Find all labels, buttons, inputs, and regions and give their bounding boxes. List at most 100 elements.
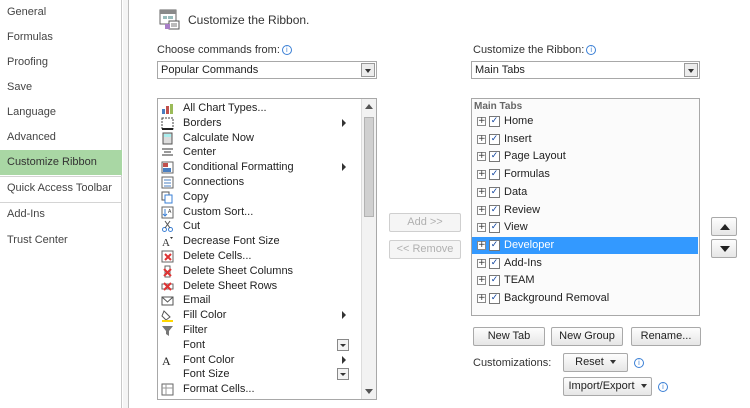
borders-icon (161, 117, 174, 130)
nav-separator (0, 176, 122, 177)
tab-checkbox[interactable]: ✓ (489, 204, 500, 216)
tab-checkbox[interactable]: ✓ (489, 222, 500, 234)
expand-icon[interactable]: + (477, 276, 486, 286)
scroll-thumb[interactable] (364, 117, 374, 217)
tree-item-data[interactable]: + ✓ Data (472, 184, 698, 201)
list-item[interactable]: Borders (158, 116, 350, 131)
expand-icon[interactable]: + (477, 152, 486, 162)
tab-checkbox[interactable]: ✓ (489, 186, 500, 198)
format-cells-icon (161, 383, 174, 396)
tab-checkbox[interactable]: ✓ (489, 293, 500, 304)
expand-icon[interactable]: + (477, 134, 486, 144)
list-item[interactable]: Cut (158, 219, 350, 234)
tab-checkbox[interactable]: ✓ (489, 257, 500, 269)
remove-button[interactable]: << Remove (389, 240, 461, 259)
tree-item-add-ins[interactable]: + ✓ Add-Ins (472, 255, 698, 272)
commands-scrollbar[interactable] (361, 99, 376, 399)
choose-commands-dropdown[interactable]: Popular Commands (157, 61, 377, 79)
sidebar-item-save[interactable]: Save (0, 75, 122, 100)
scroll-down-icon[interactable] (365, 389, 373, 394)
new-group-button[interactable]: New Group (551, 327, 623, 346)
tab-checkbox[interactable]: ✓ (489, 275, 500, 287)
expand-icon[interactable]: + (477, 170, 486, 180)
list-item[interactable]: Center (158, 145, 350, 160)
choose-commands-value: Popular Commands (161, 64, 259, 76)
list-item[interactable]: Delete Sheet Rows (158, 279, 350, 294)
tree-item-developer[interactable]: + ✓ Developer (472, 236, 698, 254)
sidebar-item-trust-center[interactable]: Trust Center (0, 228, 122, 253)
tree-item-formulas[interactable]: + ✓ Formulas (472, 166, 698, 183)
sidebar-item-add-ins[interactable]: Add-Ins (0, 202, 122, 227)
tree-item-label: Background Removal (504, 292, 610, 304)
tab-checkbox[interactable]: ✓ (489, 151, 500, 163)
combo-box-icon (337, 338, 349, 351)
move-down-button[interactable] (711, 239, 737, 258)
expand-icon[interactable]: + (477, 294, 486, 303)
chevron-down-icon[interactable] (361, 63, 375, 77)
move-up-button[interactable] (711, 217, 737, 236)
reset-button[interactable]: Reset (563, 353, 628, 372)
submenu-arrow-icon (342, 118, 346, 127)
list-item[interactable]: Delete Cells... (158, 249, 350, 264)
list-item[interactable]: Delete Sheet Columns (158, 264, 350, 279)
tree-item-insert[interactable]: + ✓ Insert (472, 131, 698, 148)
tree-item-team[interactable]: + ✓ TEAM (472, 272, 698, 289)
submenu-arrow-icon (342, 355, 346, 364)
list-item[interactable]: All Chart Types... (158, 101, 350, 116)
tab-checkbox[interactable]: ✓ (489, 239, 500, 251)
list-item[interactable]: Calculate Now (158, 131, 350, 146)
list-item[interactable]: Connections (158, 175, 350, 190)
list-item[interactable]: Filter (158, 323, 350, 338)
list-item[interactable]: Conditional Formatting (158, 160, 350, 175)
scroll-up-icon[interactable] (365, 104, 373, 109)
expand-icon[interactable]: + (477, 205, 486, 215)
align-center-icon (162, 148, 173, 156)
rename-button[interactable]: Rename... (631, 327, 701, 346)
import-export-button[interactable]: Import/Export (563, 377, 652, 396)
list-item[interactable]: Email (158, 293, 350, 308)
sidebar-item-proofing[interactable]: Proofing (0, 50, 122, 75)
customize-ribbon-label: Customize the Ribbon: i (473, 44, 597, 56)
list-item[interactable]: Font Size (158, 367, 350, 382)
delete-rows-icon (161, 281, 174, 291)
expand-icon[interactable]: + (477, 240, 486, 250)
customize-ribbon-dropdown[interactable]: Main Tabs (471, 61, 700, 79)
sidebar-item-quick-access-toolbar[interactable]: Quick Access Toolbar (0, 176, 122, 201)
list-item[interactable]: A Decrease Font Size (158, 234, 350, 249)
commands-list[interactable]: All Chart Types... Borders Calculate Now Ce… (157, 98, 377, 400)
list-item[interactable]: Fill Color (158, 308, 350, 323)
sidebar-item-advanced[interactable]: Advanced (0, 125, 122, 150)
expand-icon[interactable]: + (477, 117, 486, 126)
font-size-icon (161, 368, 174, 381)
tab-checkbox[interactable]: ✓ (489, 169, 500, 181)
add-button[interactable]: Add >> (389, 213, 461, 232)
tree-item-review[interactable]: + ✓ Review (472, 202, 698, 219)
sidebar-item-language[interactable]: Language (0, 100, 122, 125)
tree-item-label: Add-Ins (504, 256, 542, 269)
tree-item-page-layout[interactable]: + ✓ Page Layout (472, 148, 698, 165)
list-item[interactable]: A Font Color (158, 353, 350, 368)
list-item[interactable]: A Custom Sort... (158, 205, 350, 220)
list-item[interactable]: Copy (158, 190, 350, 205)
scissors-icon (162, 221, 173, 233)
expand-icon[interactable]: + (477, 223, 486, 233)
expand-icon[interactable]: + (477, 187, 486, 197)
tree-item-view[interactable]: + ✓ View (472, 219, 698, 236)
sidebar-item-customize-ribbon[interactable]: Customize Ribbon (0, 150, 122, 175)
conditional-formatting-icon (161, 161, 174, 174)
list-item-label: Cut (183, 220, 201, 233)
info-icon: i (586, 45, 597, 55)
list-item[interactable]: Format Cells... (158, 382, 350, 397)
sidebar-item-formulas[interactable]: Formulas (0, 25, 122, 50)
sidebar-item-general[interactable]: General (0, 0, 122, 25)
customizations-label: Customizations: (473, 357, 552, 369)
ribbon-tabs-tree[interactable]: Main Tabs + ✓ Home + ✓ Insert + ✓ Page Layout + ✓ F… (471, 98, 700, 316)
chevron-down-icon[interactable] (684, 63, 698, 77)
tree-item-background-removal[interactable]: + ✓ Background Removal (472, 290, 698, 307)
expand-icon[interactable]: + (477, 258, 486, 268)
tree-item-home[interactable]: + ✓ Home (472, 113, 698, 130)
new-tab-button[interactable]: New Tab (473, 327, 545, 346)
tab-checkbox[interactable]: ✓ (489, 133, 500, 145)
list-item[interactable]: Font (158, 338, 350, 353)
tab-checkbox[interactable]: ✓ (489, 116, 500, 127)
